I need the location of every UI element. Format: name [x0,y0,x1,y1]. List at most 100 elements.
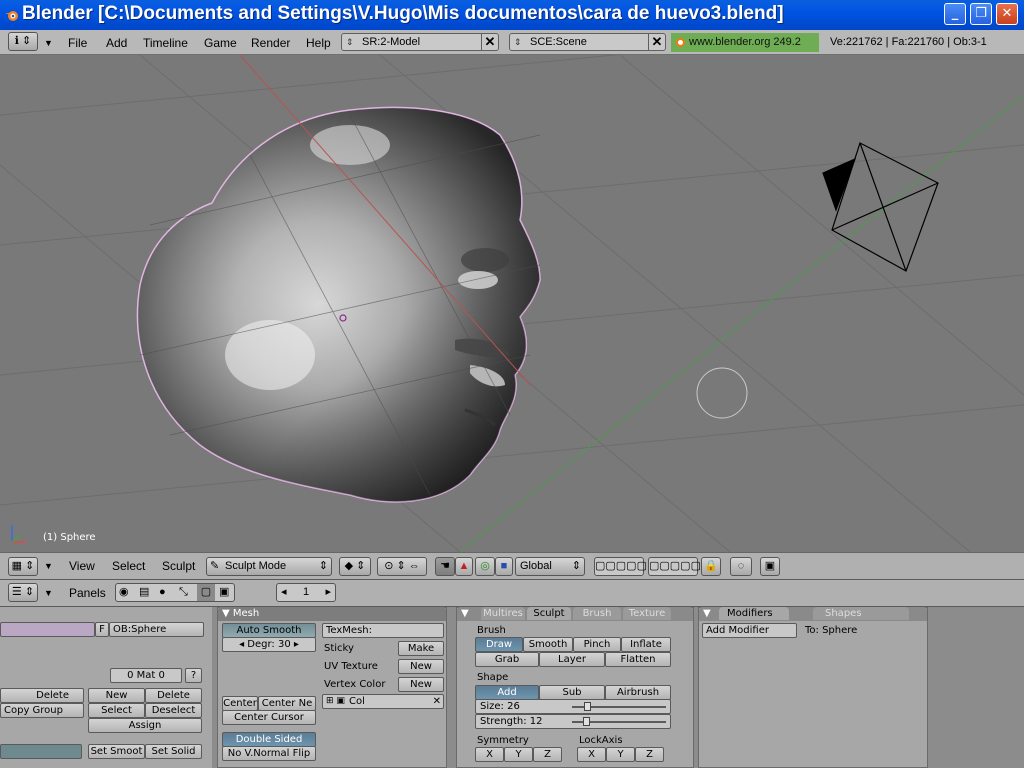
rotate-manipulator-icon[interactable]: ◎ [475,557,495,576]
scene-selector[interactable]: ⇕ SCE:Scene ✕ [509,33,666,51]
vertex-color-layer[interactable]: ⊞ ▣ Col ✕ [322,694,444,709]
object-name-field[interactable]: OB:Sphere [109,622,204,637]
tab-sculpt[interactable]: Sculpt [527,607,571,620]
minimize-button[interactable]: _ [944,3,966,25]
menu-select[interactable]: Select [112,559,145,573]
close-button[interactable]: ✕ [996,3,1018,25]
collapse-sculpt-icon[interactable]: ▼ [461,607,469,621]
center-cursor-button[interactable]: Center Cursor [222,710,316,725]
mode-selector[interactable]: ✎ Sculpt Mode ⇕ [206,557,332,576]
delete-material-button[interactable]: Delete [145,688,202,703]
brush-pinch-button[interactable]: Pinch [573,637,621,652]
deselect-material-button[interactable]: Deselect [145,703,202,718]
brush-smooth-button[interactable]: Smooth [523,637,573,652]
center-button[interactable]: Center [222,696,258,711]
brush-layer-button[interactable]: Layer [539,652,605,667]
menu-timeline[interactable]: Timeline [143,36,188,50]
collapse-modifiers-icon[interactable]: ▼ [703,607,711,621]
menu-game[interactable]: Game [204,36,237,50]
select-material-button[interactable]: Select [88,703,145,718]
layers-row-2[interactable]: ▢▢▢▢▢ [648,557,701,576]
uv-texture-new-button[interactable]: New [398,659,444,674]
airbrush-button[interactable]: Airbrush [605,685,671,700]
tab-modifiers[interactable]: Modifiers [719,607,789,620]
scene-icon[interactable]: ▣ [219,584,229,601]
orientation-selector[interactable]: Global ⇕ [515,557,585,576]
brush-draw-button[interactable]: Draw [475,637,523,652]
sticky-make-button[interactable]: Make [398,641,444,656]
remove-layer-icon[interactable]: ✕ [433,695,441,708]
tab-brush[interactable]: Brush [573,607,621,620]
lockaxis-x-button[interactable]: X [577,747,606,762]
copy-group-button[interactable]: Copy Group [0,703,84,718]
tab-shapes[interactable]: Shapes [813,607,909,620]
shading-icon[interactable]: ● [159,584,166,601]
hand-grab-icon[interactable]: ☚ [435,557,455,576]
render-preview-icon[interactable]: ▣ [760,557,780,576]
size-slider-knob[interactable] [584,702,592,711]
symmetry-x-button[interactable]: X [475,747,504,762]
layers-row-1[interactable]: ▢▢▢▢▢ [594,557,647,576]
size-slider[interactable]: Size: 26 [475,699,671,714]
translate-manipulator-icon[interactable]: ▲ [455,557,473,576]
maximize-button[interactable]: ❐ [970,3,992,25]
right-arrow-icon[interactable]: ▸ [325,584,331,601]
3d-viewport[interactable]: (1) Sphere [0,55,1024,552]
degree-field[interactable]: ◂ Degr: 30 ▸ [222,637,316,652]
menu-help[interactable]: Help [306,36,331,50]
camera-object[interactable] [822,142,939,272]
no-vnormal-flip-toggle[interactable]: No V.Normal Flip [222,746,316,761]
new-material-button[interactable]: New [88,688,145,703]
object-icon[interactable]: ⤡ [179,584,188,601]
vertex-group-bar[interactable] [0,744,82,759]
pivot-button[interactable]: ⊙ ⇕ ⇔ [377,557,427,576]
delete-scene-icon[interactable]: ✕ [648,33,665,51]
vertex-color-new-button[interactable]: New [398,677,444,692]
fake-user-button[interactable]: F [95,622,109,637]
collapse-buttons-header-icon[interactable]: ▼ [44,588,53,598]
script-icon[interactable]: ▤ [139,584,149,601]
editor-type-grid-icon[interactable]: ▦ ⇕ [8,557,38,576]
menu-sculpt[interactable]: Sculpt [162,559,195,573]
help-button[interactable]: ? [185,668,202,683]
draw-type-button[interactable]: ◆ ⇕ [339,557,371,576]
auto-smooth-button[interactable]: Auto Smooth [222,623,316,638]
frame-field[interactable]: ◂ 1 ▸ [276,583,336,602]
logic-icon[interactable]: ◉ [119,584,129,601]
lock-icon[interactable]: 🔒 [701,557,721,576]
strength-slider-knob[interactable] [583,717,591,726]
menu-view[interactable]: View [69,559,95,573]
double-sided-toggle[interactable]: Double Sided [222,732,316,747]
assign-material-button[interactable]: Assign [88,718,202,733]
mesh-name-field[interactable] [0,622,95,637]
3d-cursor[interactable] [696,367,748,419]
screen-selector[interactable]: ⇕ SR:2-Model ✕ [341,33,499,51]
menu-file[interactable]: File [68,36,87,50]
brush-grab-button[interactable]: Grab [475,652,539,667]
viewport-canvas[interactable] [0,55,1024,552]
add-modifier-menu[interactable]: Add Modifier [702,623,797,638]
lockaxis-z-button[interactable]: Z [635,747,664,762]
texmesh-field[interactable]: TexMesh: [322,623,444,638]
strength-slider[interactable]: Strength: 12 [475,714,671,729]
delete-group-button[interactable]: Delete [0,688,84,703]
shape-sub-button[interactable]: Sub [539,685,605,700]
scale-manipulator-icon[interactable]: ■ [495,557,513,576]
editing-icon[interactable]: ▢ [197,584,215,601]
menu-render[interactable]: Render [251,36,290,50]
tab-multires[interactable]: Multires [481,607,525,620]
collapse-header-icon[interactable]: ▼ [44,561,53,571]
symmetry-z-button[interactable]: Z [533,747,562,762]
delete-screen-icon[interactable]: ✕ [481,33,498,51]
info-window-type-icon[interactable]: ℹ ⇕ [8,32,38,51]
collapse-menu-icon[interactable]: ▼ [44,38,53,48]
symmetry-y-button[interactable]: Y [504,747,533,762]
left-arrow-icon[interactable]: ◂ [281,584,287,601]
lockaxis-y-button[interactable]: Y [606,747,635,762]
material-index-field[interactable]: 0 Mat 0 [110,668,182,683]
set-solid-button[interactable]: Set Solid [145,744,202,759]
brush-inflate-button[interactable]: Inflate [621,637,671,652]
brush-flatten-button[interactable]: Flatten [605,652,671,667]
shape-add-button[interactable]: Add [475,685,539,700]
center-new-button[interactable]: Center Ne [258,696,316,711]
